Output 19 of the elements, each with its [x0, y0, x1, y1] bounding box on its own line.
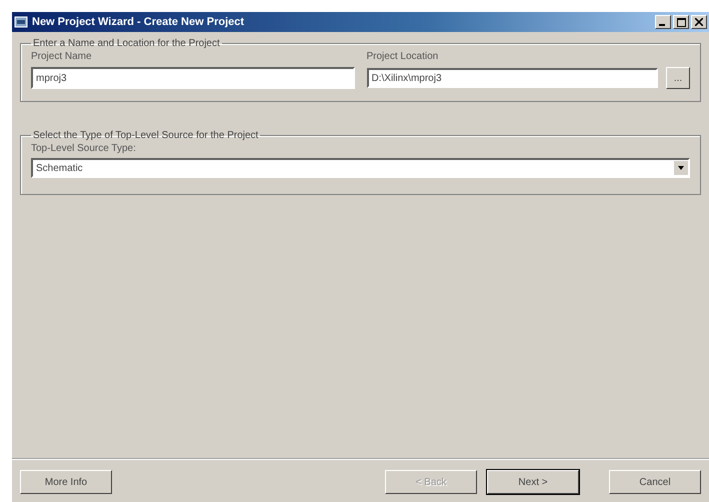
- field-label: Project Name: [31, 51, 93, 62]
- group-legend: Select the Type of Top-Level Source for the Project: [31, 130, 260, 141]
- minimize-button[interactable]: [655, 15, 671, 29]
- close-button[interactable]: [691, 15, 707, 29]
- field-label: Top-Level Source Type:: [31, 143, 137, 154]
- maximize-icon: [676, 18, 686, 26]
- input-field[interactable]: mproj3: [31, 67, 354, 89]
- browse-button[interactable]: ...: [666, 67, 690, 89]
- field-label: Project Location: [366, 51, 440, 62]
- dropdown[interactable]: Schematic: [31, 158, 690, 178]
- app-icon: [14, 15, 28, 29]
- window-title: New Project Wizard - Create New Project: [32, 16, 246, 28]
- group-legend: Enter a Name and Location for the Project: [31, 38, 222, 49]
- input-field[interactable]: D:\Xilinx\mproj3: [366, 68, 658, 88]
- wizard-button[interactable]: Cancel: [609, 470, 701, 494]
- wizard-button[interactable]: More Info: [20, 470, 112, 494]
- close-icon: [695, 18, 703, 26]
- maximize-button[interactable]: [673, 15, 689, 29]
- wizard-button[interactable]: Next >: [487, 470, 579, 494]
